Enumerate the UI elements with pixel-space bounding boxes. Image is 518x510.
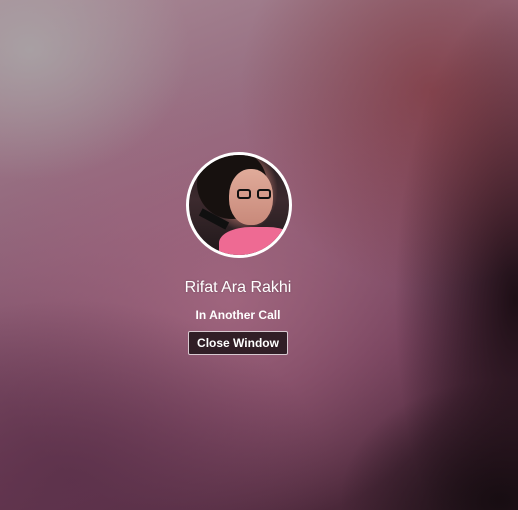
- avatar-shirt: [219, 227, 289, 255]
- avatar: [186, 152, 292, 258]
- call-window: Rifat Ara Rakhi In Another Call Close Wi…: [0, 0, 518, 510]
- close-window-button[interactable]: Close Window: [188, 331, 288, 355]
- call-status: In Another Call: [195, 308, 281, 322]
- avatar-glasses: [237, 189, 273, 201]
- contact-name: Rifat Ara Rakhi: [184, 279, 292, 296]
